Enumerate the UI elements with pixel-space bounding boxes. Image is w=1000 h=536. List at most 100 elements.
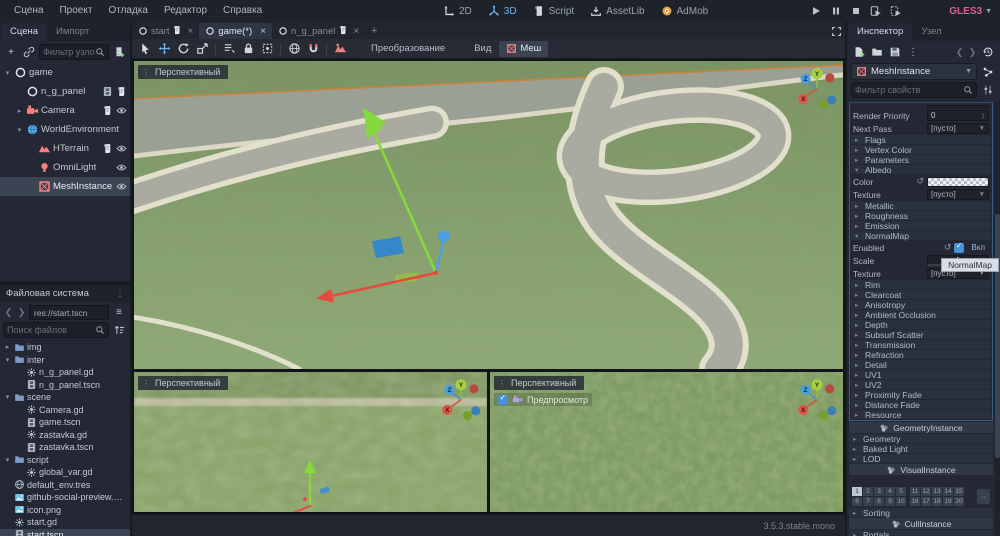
workspace-tab[interactable]: Script bbox=[526, 0, 582, 22]
file-tree-item[interactable]: ▸ img bbox=[0, 341, 130, 354]
property-group[interactable]: ▸Resource bbox=[851, 410, 991, 419]
layer-11[interactable]: 11 bbox=[910, 487, 920, 496]
spin-arrows-icon[interactable]: ↕ bbox=[981, 111, 985, 120]
property-group[interactable]: ▸UV1 bbox=[851, 370, 991, 379]
menu-item[interactable]: Справка bbox=[215, 0, 270, 22]
group-selection-tool[interactable] bbox=[258, 41, 276, 57]
scene-tree-item[interactable]: OmniLight bbox=[0, 158, 130, 177]
eye-icon[interactable] bbox=[116, 105, 127, 116]
layer-1[interactable]: 1 bbox=[852, 487, 862, 496]
bottom-right-viewport[interactable]: ⋮ Перспективный Предпросмотр YZX bbox=[490, 372, 843, 512]
viewport-menu-button[interactable]: ⋮ Перспективный bbox=[138, 376, 228, 390]
scale-tool[interactable] bbox=[193, 41, 211, 57]
bottom-left-viewport[interactable]: ⋮ Перспективный YZX bbox=[134, 372, 487, 512]
eye-icon[interactable] bbox=[116, 162, 127, 173]
move-tool[interactable] bbox=[155, 41, 173, 57]
add-node-button[interactable]: + bbox=[3, 44, 19, 60]
layer-2[interactable]: 2 bbox=[863, 487, 873, 496]
inspector-scrollbar[interactable] bbox=[995, 101, 1000, 536]
property-group[interactable]: ▸Rim bbox=[851, 280, 991, 289]
run-button[interactable] bbox=[867, 3, 884, 20]
layer-19[interactable]: 19 bbox=[943, 497, 953, 506]
layers-more-button[interactable]: .. bbox=[977, 489, 990, 504]
snap-toggle[interactable] bbox=[304, 41, 322, 57]
menu-item[interactable]: Отладка bbox=[100, 0, 156, 22]
instance-scene-button[interactable] bbox=[21, 44, 37, 60]
property-group[interactable]: ▸Proximity Fade bbox=[851, 390, 991, 399]
sort-files-button[interactable] bbox=[111, 322, 127, 338]
inspector-section[interactable]: GeometryInstance bbox=[849, 422, 993, 433]
property-group[interactable]: ▸Clearcoat bbox=[851, 290, 991, 299]
node-filter-input[interactable] bbox=[43, 47, 95, 57]
property-group[interactable]: ▸Baked Light bbox=[849, 444, 993, 453]
workspace-tab[interactable]: AdMob bbox=[654, 0, 716, 22]
property-group[interactable]: ▸Subsurf Scatter bbox=[851, 330, 991, 339]
layer-5[interactable]: 5 bbox=[896, 487, 906, 496]
close-icon[interactable]: × bbox=[260, 26, 266, 37]
layer-13[interactable]: 13 bbox=[932, 487, 942, 496]
layer-16[interactable]: 16 bbox=[910, 497, 920, 506]
property-group[interactable]: ▸UV2 bbox=[851, 380, 991, 389]
transform-menu[interactable]: Преобразование bbox=[350, 41, 452, 57]
file-tree-item[interactable]: game.tscn bbox=[0, 416, 130, 429]
viewport-menu-button[interactable]: ⋮ Перспективный bbox=[494, 376, 584, 390]
layer-8[interactable]: 8 bbox=[874, 497, 884, 506]
layer-14[interactable]: 14 bbox=[943, 487, 953, 496]
environment-toggle[interactable] bbox=[331, 41, 349, 57]
filesystem-menu[interactable]: ⋮ bbox=[110, 285, 130, 302]
back-button[interactable]: ❮ bbox=[3, 307, 14, 318]
property-group[interactable]: ▸LOD bbox=[849, 454, 993, 463]
file-tree-item[interactable]: default_env.tres bbox=[0, 479, 130, 492]
inspector-section[interactable]: CullInstance bbox=[849, 518, 993, 529]
checkbox-checked-icon[interactable] bbox=[498, 395, 508, 405]
expand-arrow[interactable]: ▾ bbox=[3, 456, 12, 464]
scene-tree-item[interactable]: n_g_panel bbox=[0, 82, 130, 101]
scene-tab[interactable]: start × bbox=[132, 23, 199, 39]
property-filter-input[interactable] bbox=[855, 85, 963, 95]
forward-button[interactable]: ❯ bbox=[16, 307, 27, 318]
file-tree-item[interactable]: ▾ scene bbox=[0, 391, 130, 404]
view-axis-gizmo[interactable]: YZX bbox=[795, 65, 839, 109]
color-swatch[interactable] bbox=[927, 177, 989, 187]
workspace-tab[interactable]: 3D bbox=[481, 0, 524, 22]
expand-arrow[interactable]: ▾ bbox=[3, 393, 12, 401]
property-group[interactable]: ▸Detail bbox=[851, 360, 991, 369]
view-axis-gizmo[interactable]: YZX bbox=[439, 376, 483, 420]
run-button[interactable] bbox=[847, 3, 864, 20]
expand-arrow[interactable]: ▾ bbox=[15, 126, 24, 134]
run-button[interactable] bbox=[827, 3, 844, 20]
mesh-menu[interactable]: Меш bbox=[499, 41, 548, 57]
property-group[interactable]: ▸Refraction bbox=[851, 350, 991, 359]
value-box[interactable]: Вкл↕▼ bbox=[967, 242, 989, 253]
inspector-tools-button[interactable] bbox=[980, 82, 996, 98]
property-group[interactable]: ▸Sorting bbox=[849, 508, 993, 517]
history-forward-button[interactable]: ❯ bbox=[967, 47, 978, 58]
scene-tab[interactable]: n_g_panel × bbox=[272, 23, 365, 39]
workspace-tab[interactable]: AssetLib bbox=[583, 0, 651, 22]
viewport-menu-button[interactable]: ⋮ Перспективный bbox=[138, 65, 228, 79]
close-icon[interactable]: × bbox=[353, 26, 359, 37]
layer-6[interactable]: 6 bbox=[852, 497, 862, 506]
local-space-toggle[interactable] bbox=[285, 41, 303, 57]
current-path[interactable]: res://start.tscn bbox=[29, 305, 109, 320]
layer-15[interactable]: 15 bbox=[954, 487, 964, 496]
layer-4[interactable]: 4 bbox=[885, 487, 895, 496]
property-group[interactable]: ▸Portals bbox=[849, 530, 993, 536]
lock-selection-tool[interactable] bbox=[239, 41, 257, 57]
property-group[interactable]: ▸Transmission bbox=[851, 340, 991, 349]
property-group[interactable]: ▾NormalMap bbox=[851, 231, 991, 240]
eye-icon[interactable] bbox=[116, 181, 127, 192]
layer-10[interactable]: 10 bbox=[896, 497, 906, 506]
property-group[interactable]: ▸Distance Fade bbox=[851, 400, 991, 409]
resource-menu-button[interactable]: ⋮ bbox=[905, 44, 921, 60]
property-group[interactable]: ▸Flags bbox=[851, 135, 991, 144]
new-scene-tab-button[interactable]: + bbox=[365, 23, 383, 39]
scene-tree-item[interactable]: ▸ Camera bbox=[0, 101, 130, 120]
file-tree-item[interactable]: zastavka.tscn bbox=[0, 441, 130, 454]
layer-12[interactable]: 12 bbox=[921, 487, 931, 496]
file-tree-item[interactable]: start.tscn bbox=[0, 529, 130, 536]
list-select-tool[interactable] bbox=[220, 41, 238, 57]
new-resource-button[interactable] bbox=[851, 44, 867, 60]
view-axis-gizmo[interactable]: YZX bbox=[795, 376, 839, 420]
expand-arrow[interactable]: ▾ bbox=[3, 356, 12, 364]
